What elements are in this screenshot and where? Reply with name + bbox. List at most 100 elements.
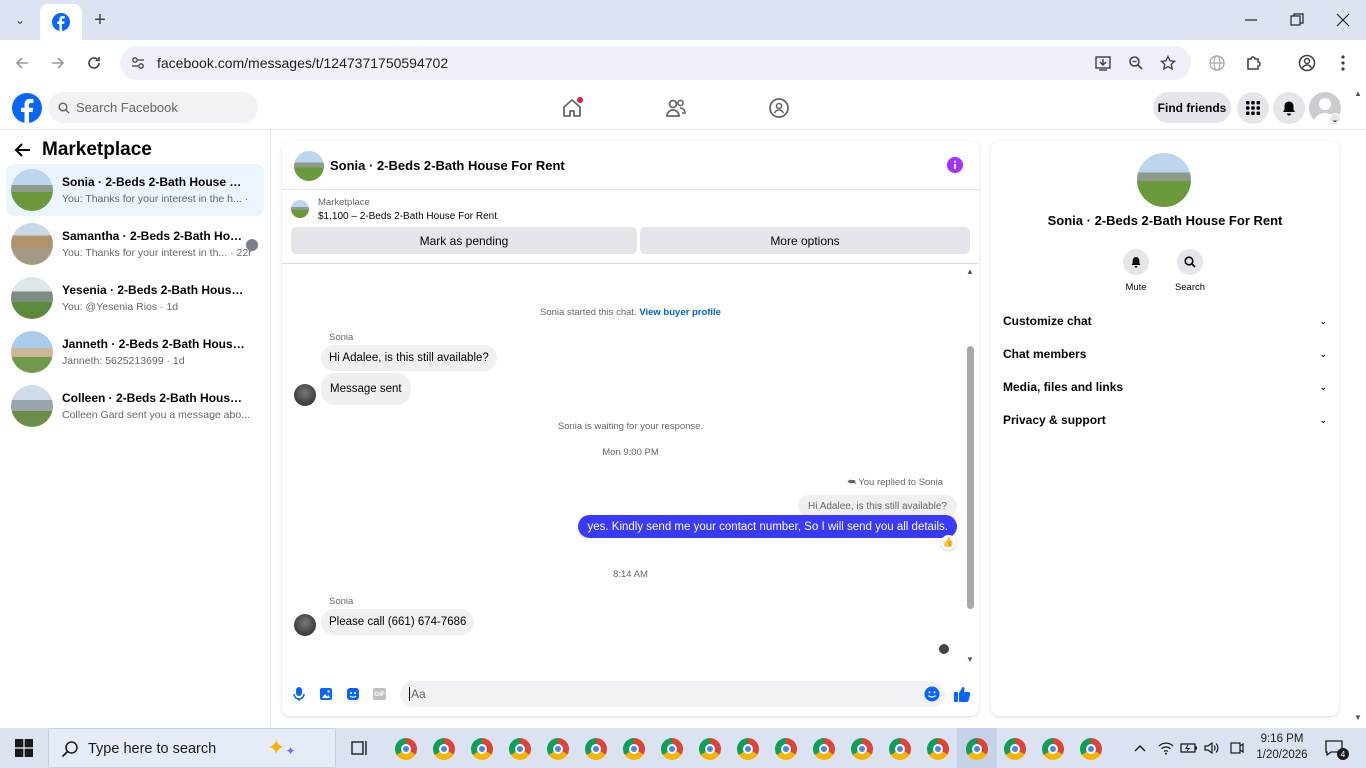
chrome-taskbar-icon[interactable] xyxy=(966,738,988,760)
find-friends-button[interactable]: Find friends xyxy=(1153,92,1231,123)
mark-pending-button[interactable]: Mark as pending xyxy=(291,227,637,254)
chrome-taskbar-icon[interactable] xyxy=(661,738,683,760)
conversation-title: Yesenia · 2-Beds 2-Bath House For... xyxy=(62,283,248,297)
chrome-taskbar-icon[interactable] xyxy=(623,738,645,760)
chrome-taskbar-icon[interactable] xyxy=(547,738,569,760)
chrome-taskbar-icon[interactable] xyxy=(1004,738,1026,760)
back-arrow-icon[interactable] xyxy=(14,141,32,159)
details-avatar[interactable] xyxy=(1137,153,1191,207)
bell-icon xyxy=(1283,101,1295,116)
microphone-icon[interactable] xyxy=(292,686,306,702)
facebook-logo-icon[interactable] xyxy=(12,93,42,123)
section-chat-members[interactable]: Chat members ⌄ xyxy=(1003,347,1327,361)
conversation-item-sonia[interactable]: Sonia · 2-Beds 2-Bath House For R... You:… xyxy=(6,164,264,216)
info-icon[interactable] xyxy=(947,157,963,173)
scroll-down-arrow[interactable]: ▼ xyxy=(966,655,974,664)
chrome-taskbar-icon[interactable] xyxy=(1080,738,1102,760)
incoming-message[interactable]: Hi Adalee, is this still available? xyxy=(321,345,497,371)
clock[interactable]: 9:16 PM 1/20/2026 xyxy=(1250,731,1314,763)
conversation-item-samantha[interactable]: Samantha · 2-Beds 2-Bath Hous... You: Tha… xyxy=(6,218,264,270)
search-in-chat-button[interactable]: Search xyxy=(1175,249,1205,293)
photo-icon[interactable] xyxy=(319,687,333,701)
account-chevron-icon[interactable]: ⌄ xyxy=(1329,113,1341,125)
browser-menu-icon[interactable] xyxy=(1340,54,1346,72)
chrome-taskbar-icon[interactable] xyxy=(433,738,455,760)
incoming-message[interactable]: Message sent xyxy=(321,373,411,405)
vpn-globe-icon[interactable] xyxy=(1208,54,1226,72)
page-scroll-down-arrow[interactable]: ▼ xyxy=(1354,713,1362,722)
groups-icon[interactable] xyxy=(768,97,790,119)
seen-avatar xyxy=(939,644,949,654)
view-buyer-profile-link[interactable]: View buyer profile xyxy=(639,307,721,318)
sticker-icon[interactable] xyxy=(346,687,360,701)
chrome-taskbar-icon[interactable] xyxy=(889,738,911,760)
section-media-files-links[interactable]: Media, files and links ⌄ xyxy=(1003,380,1327,394)
taskbar-search-box[interactable]: Type here to search ✦✦ xyxy=(48,728,336,768)
more-options-button[interactable]: More options xyxy=(640,227,970,254)
browser-toolbar: facebook.com/messages/t/1247371750594702 xyxy=(0,40,1366,86)
chrome-taskbar-icon[interactable] xyxy=(927,738,949,760)
chrome-taskbar-icon[interactable] xyxy=(699,738,721,760)
extensions-puzzle-icon[interactable] xyxy=(1245,54,1263,72)
chrome-taskbar-icon[interactable] xyxy=(1042,738,1064,760)
url-text[interactable]: facebook.com/messages/t/1247371750594702 xyxy=(157,55,448,71)
chrome-taskbar-icon[interactable] xyxy=(775,738,797,760)
volume-icon[interactable] xyxy=(1204,741,1220,755)
search-highlight-icon: ✦✦ xyxy=(267,735,296,760)
profile-icon[interactable] xyxy=(1298,54,1316,72)
forward-arrow-icon[interactable] xyxy=(50,55,66,71)
facebook-search-input[interactable]: Search Facebook xyxy=(48,92,258,123)
quoted-message[interactable]: Hi Adalee, is this still available? xyxy=(798,495,957,517)
section-privacy-support[interactable]: Privacy & support ⌄ xyxy=(1003,413,1327,427)
notifications-button[interactable] xyxy=(1273,92,1305,124)
chrome-taskbar-icon[interactable] xyxy=(395,738,417,760)
site-settings-icon[interactable] xyxy=(130,55,146,71)
conversation-item-janneth[interactable]: Janneth · 2-Beds 2-Bath House For... Jann… xyxy=(6,326,264,378)
thumbs-up-icon[interactable] xyxy=(953,685,971,703)
chrome-taskbar-icon[interactable] xyxy=(509,738,531,760)
meet-now-icon[interactable] xyxy=(1228,741,1244,755)
scroll-up-arrow[interactable]: ▲ xyxy=(966,267,974,276)
battery-icon[interactable] xyxy=(1180,742,1198,754)
emoji-icon[interactable] xyxy=(924,686,940,702)
chrome-center xyxy=(401,744,411,754)
chat-title[interactable]: Sonia · 2-Beds 2-Bath House For Rent xyxy=(330,158,565,173)
install-app-icon[interactable] xyxy=(1094,54,1112,72)
minimize-icon[interactable] xyxy=(1244,13,1258,27)
mute-button[interactable]: Mute xyxy=(1121,249,1151,293)
listing-detail[interactable]: $1,100 – 2-Beds 2-Bath House For Rent xyxy=(318,211,497,222)
conversation-item-colleen[interactable]: Colleen · 2-Beds 2-Bath House For... Coll… xyxy=(6,380,264,432)
incoming-message[interactable]: Please call (661) 674-7686 xyxy=(321,609,475,635)
friends-icon[interactable] xyxy=(665,97,687,119)
chrome-center xyxy=(857,744,867,754)
close-window-icon[interactable] xyxy=(1336,13,1350,27)
address-bar[interactable]: facebook.com/messages/t/1247371750594702 xyxy=(120,46,1191,80)
chrome-taskbar-icon[interactable] xyxy=(585,738,607,760)
back-arrow-icon[interactable] xyxy=(14,55,30,71)
chrome-taskbar-icon[interactable] xyxy=(737,738,759,760)
windows-start-icon[interactable] xyxy=(15,739,33,757)
gif-icon[interactable]: GIF xyxy=(373,688,386,700)
chrome-taskbar-icon[interactable] xyxy=(471,738,493,760)
chrome-taskbar-icon[interactable] xyxy=(813,738,835,760)
message-input[interactable]: Aa xyxy=(400,681,945,707)
outgoing-message[interactable]: yes. Kindly send me your contact number,… xyxy=(578,515,957,538)
tray-overflow-icon[interactable] xyxy=(1134,744,1146,752)
chrome-taskbar-icon[interactable] xyxy=(851,738,873,760)
menu-grid-button[interactable] xyxy=(1237,92,1269,124)
chat-header-thumbnail[interactable] xyxy=(294,151,324,181)
browser-tab-facebook[interactable] xyxy=(40,4,82,40)
task-view-icon[interactable] xyxy=(351,740,369,756)
restore-icon[interactable] xyxy=(1290,13,1304,27)
home-icon[interactable] xyxy=(561,97,583,119)
reload-icon[interactable] xyxy=(86,55,102,71)
bookmark-star-icon[interactable] xyxy=(1160,55,1176,71)
zoom-icon[interactable] xyxy=(1128,55,1144,71)
page-scroll-up-arrow[interactable]: ▲ xyxy=(1354,89,1362,98)
wifi-icon[interactable] xyxy=(1158,741,1174,755)
conversation-item-yesenia[interactable]: Yesenia · 2-Beds 2-Bath House For... You:… xyxy=(6,272,264,324)
new-tab-button[interactable]: + xyxy=(88,8,112,32)
section-customize-chat[interactable]: Customize chat ⌄ xyxy=(1003,314,1327,328)
message-reaction[interactable]: 👍 xyxy=(941,535,956,550)
tab-search-button[interactable]: ⌄ xyxy=(8,8,32,32)
